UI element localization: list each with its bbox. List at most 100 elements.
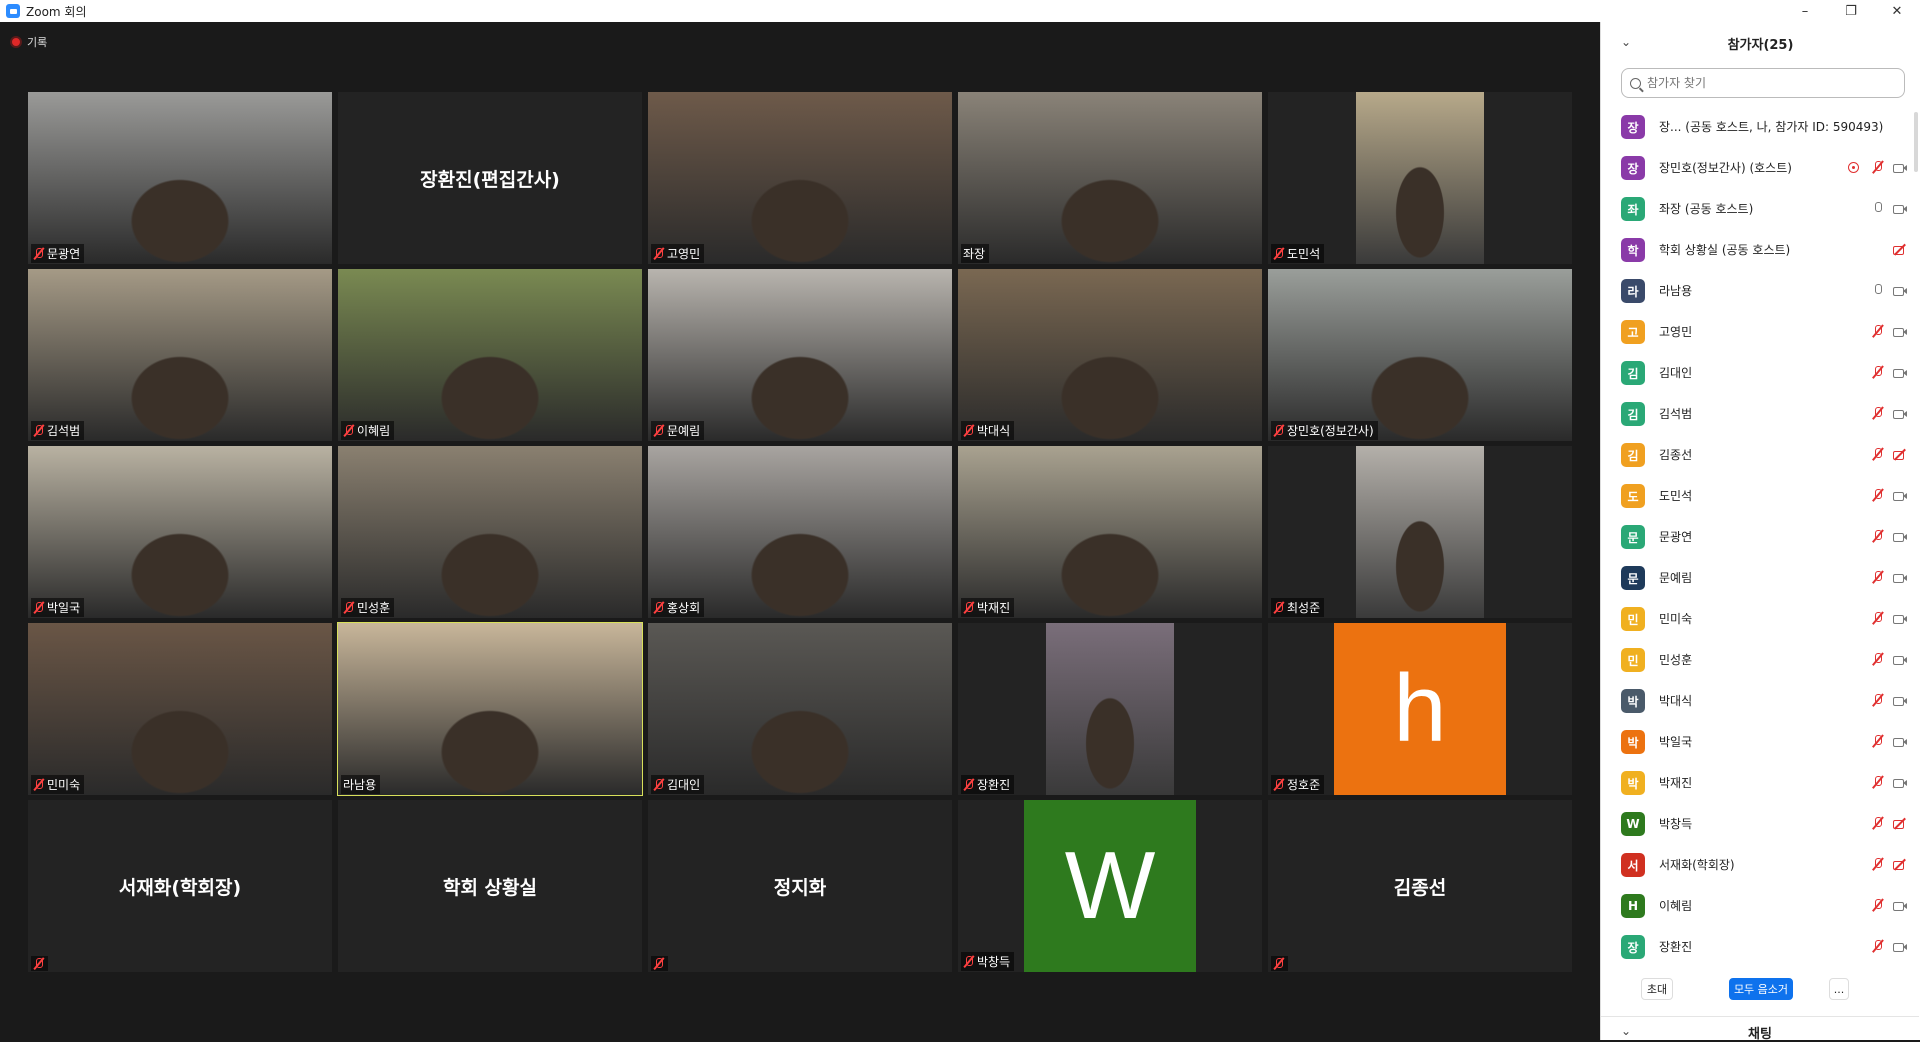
- video-tile[interactable]: 홍상회: [648, 446, 952, 618]
- mic-muted-icon: [343, 424, 354, 437]
- camera-icon[interactable]: [1893, 653, 1907, 666]
- participant-list-scrollbar[interactable]: [1914, 112, 1918, 172]
- chat-header[interactable]: ⌄ 채팅: [1601, 1016, 1919, 1042]
- participant-row[interactable]: W 박창득: [1601, 803, 1919, 844]
- camera-icon[interactable]: [1893, 366, 1907, 379]
- mic-muted-icon[interactable]: [1871, 940, 1885, 953]
- mic-muted-icon[interactable]: [1871, 448, 1885, 461]
- video-tile[interactable]: 서재화(학회장): [28, 800, 332, 972]
- participant-row[interactable]: 장 장민호(정보간사) (호스트): [1601, 147, 1919, 188]
- participant-row[interactable]: 문 문광연: [1601, 516, 1919, 557]
- participant-row[interactable]: 고 고영민: [1601, 311, 1919, 352]
- video-tile[interactable]: 최성준: [1268, 446, 1572, 618]
- mic-muted-icon[interactable]: [1871, 817, 1885, 830]
- camera-off-icon[interactable]: [1893, 448, 1907, 461]
- mic-muted-icon[interactable]: [1871, 530, 1885, 543]
- camera-icon[interactable]: [1893, 202, 1907, 215]
- mic-muted-icon[interactable]: [1871, 489, 1885, 502]
- video-tile[interactable]: 장환진(편집간사): [338, 92, 642, 264]
- participant-row[interactable]: 문 문예림: [1601, 557, 1919, 598]
- camera-icon[interactable]: [1893, 776, 1907, 789]
- mic-muted-icon[interactable]: [1871, 776, 1885, 789]
- camera-icon[interactable]: [1893, 161, 1907, 174]
- video-tile[interactable]: 라남용: [337, 622, 643, 796]
- video-tile[interactable]: 박일국: [28, 446, 332, 618]
- participant-row[interactable]: 라 라남용: [1601, 270, 1919, 311]
- participant-row[interactable]: 김 김대인: [1601, 352, 1919, 393]
- camera-icon[interactable]: [1893, 899, 1907, 912]
- participant-row[interactable]: 민 민성훈: [1601, 639, 1919, 680]
- participant-row[interactable]: 좌 좌장 (공동 호스트): [1601, 188, 1919, 229]
- video-tile[interactable]: W 박창득: [958, 800, 1262, 972]
- participant-row[interactable]: 장 장환진: [1601, 926, 1919, 962]
- video-tile[interactable]: 고영민: [648, 92, 952, 264]
- video-tile[interactable]: 김종선: [1268, 800, 1572, 972]
- video-tile[interactable]: 좌장: [958, 92, 1262, 264]
- participant-row[interactable]: 박 박대식: [1601, 680, 1919, 721]
- participant-row[interactable]: 학 학회 상황실 (공동 호스트): [1601, 229, 1919, 270]
- mic-muted-icon[interactable]: [1871, 899, 1885, 912]
- video-tile[interactable]: 이혜림: [338, 269, 642, 441]
- minimize-button[interactable]: –: [1782, 0, 1828, 22]
- mute-all-button[interactable]: 모두 음소거: [1729, 978, 1793, 1000]
- camera-icon[interactable]: [1893, 612, 1907, 625]
- video-tile[interactable]: 장환진: [958, 623, 1262, 795]
- camera-icon[interactable]: [1893, 530, 1907, 543]
- close-button[interactable]: ✕: [1874, 0, 1920, 22]
- mic-muted-icon[interactable]: [1871, 858, 1885, 871]
- participant-name: 박재진: [977, 601, 1011, 615]
- participant-row[interactable]: 김 김종선: [1601, 434, 1919, 475]
- mic-muted-icon[interactable]: [1871, 694, 1885, 707]
- participant-row[interactable]: 김 김석범: [1601, 393, 1919, 434]
- participant-row[interactable]: 민 민미숙: [1601, 598, 1919, 639]
- video-tile[interactable]: 문예림: [648, 269, 952, 441]
- camera-icon[interactable]: [1893, 571, 1907, 584]
- video-tile[interactable]: 문광연: [28, 92, 332, 264]
- participant-search-input[interactable]: [1647, 76, 1887, 90]
- camera-icon[interactable]: [1893, 735, 1907, 748]
- mic-muted-icon[interactable]: [1871, 325, 1885, 338]
- camera-icon[interactable]: [1893, 407, 1907, 420]
- participant-row[interactable]: H 이혜림: [1601, 885, 1919, 926]
- mic-icon[interactable]: [1871, 202, 1885, 215]
- video-tile[interactable]: 장민호(정보간사): [1268, 269, 1572, 441]
- camera-icon[interactable]: [1893, 489, 1907, 502]
- video-tile[interactable]: 민성훈: [338, 446, 642, 618]
- video-tile[interactable]: h 정호준: [1268, 623, 1572, 795]
- video-tile[interactable]: 민미숙: [28, 623, 332, 795]
- mic-muted-icon[interactable]: [1871, 612, 1885, 625]
- participant-search[interactable]: [1621, 68, 1905, 98]
- participant-row[interactable]: 장 장... (공동 호스트, 나, 참가자 ID: 590493): [1601, 106, 1919, 147]
- camera-icon[interactable]: [1893, 940, 1907, 953]
- invite-button[interactable]: 초대: [1641, 978, 1673, 1000]
- mic-muted-icon: [653, 424, 664, 437]
- participant-name: 박재진: [1659, 776, 1693, 790]
- video-tile[interactable]: 김석범: [28, 269, 332, 441]
- video-tile[interactable]: 박대식: [958, 269, 1262, 441]
- participant-row[interactable]: 박 박재진: [1601, 762, 1919, 803]
- camera-icon[interactable]: [1893, 284, 1907, 297]
- restore-button[interactable]: ❐: [1828, 0, 1874, 22]
- camera-icon[interactable]: [1893, 325, 1907, 338]
- camera-icon[interactable]: [1893, 694, 1907, 707]
- video-tile[interactable]: 도민석: [1268, 92, 1572, 264]
- camera-off-icon[interactable]: [1893, 858, 1907, 871]
- mic-muted-icon[interactable]: [1871, 366, 1885, 379]
- participant-row[interactable]: 서 서재화(학회장): [1601, 844, 1919, 885]
- mic-muted-icon[interactable]: [1871, 653, 1885, 666]
- video-tile[interactable]: 박재진: [958, 446, 1262, 618]
- camera-off-icon[interactable]: [1893, 817, 1907, 830]
- camera-off-icon[interactable]: [1893, 243, 1907, 256]
- mic-muted-icon[interactable]: [1871, 571, 1885, 584]
- participant-row[interactable]: 박 박일국: [1601, 721, 1919, 762]
- video-tile[interactable]: 정지화: [648, 800, 952, 972]
- video-tile[interactable]: 학회 상황실: [338, 800, 642, 972]
- recording-indicator[interactable]: 기록: [10, 34, 47, 50]
- more-options-button[interactable]: ...: [1829, 978, 1849, 1000]
- mic-muted-icon[interactable]: [1871, 161, 1885, 174]
- mic-muted-icon[interactable]: [1871, 735, 1885, 748]
- participant-row[interactable]: 도 도민석: [1601, 475, 1919, 516]
- mic-icon[interactable]: [1871, 284, 1885, 297]
- mic-muted-icon[interactable]: [1871, 407, 1885, 420]
- video-tile[interactable]: 김대인: [648, 623, 952, 795]
